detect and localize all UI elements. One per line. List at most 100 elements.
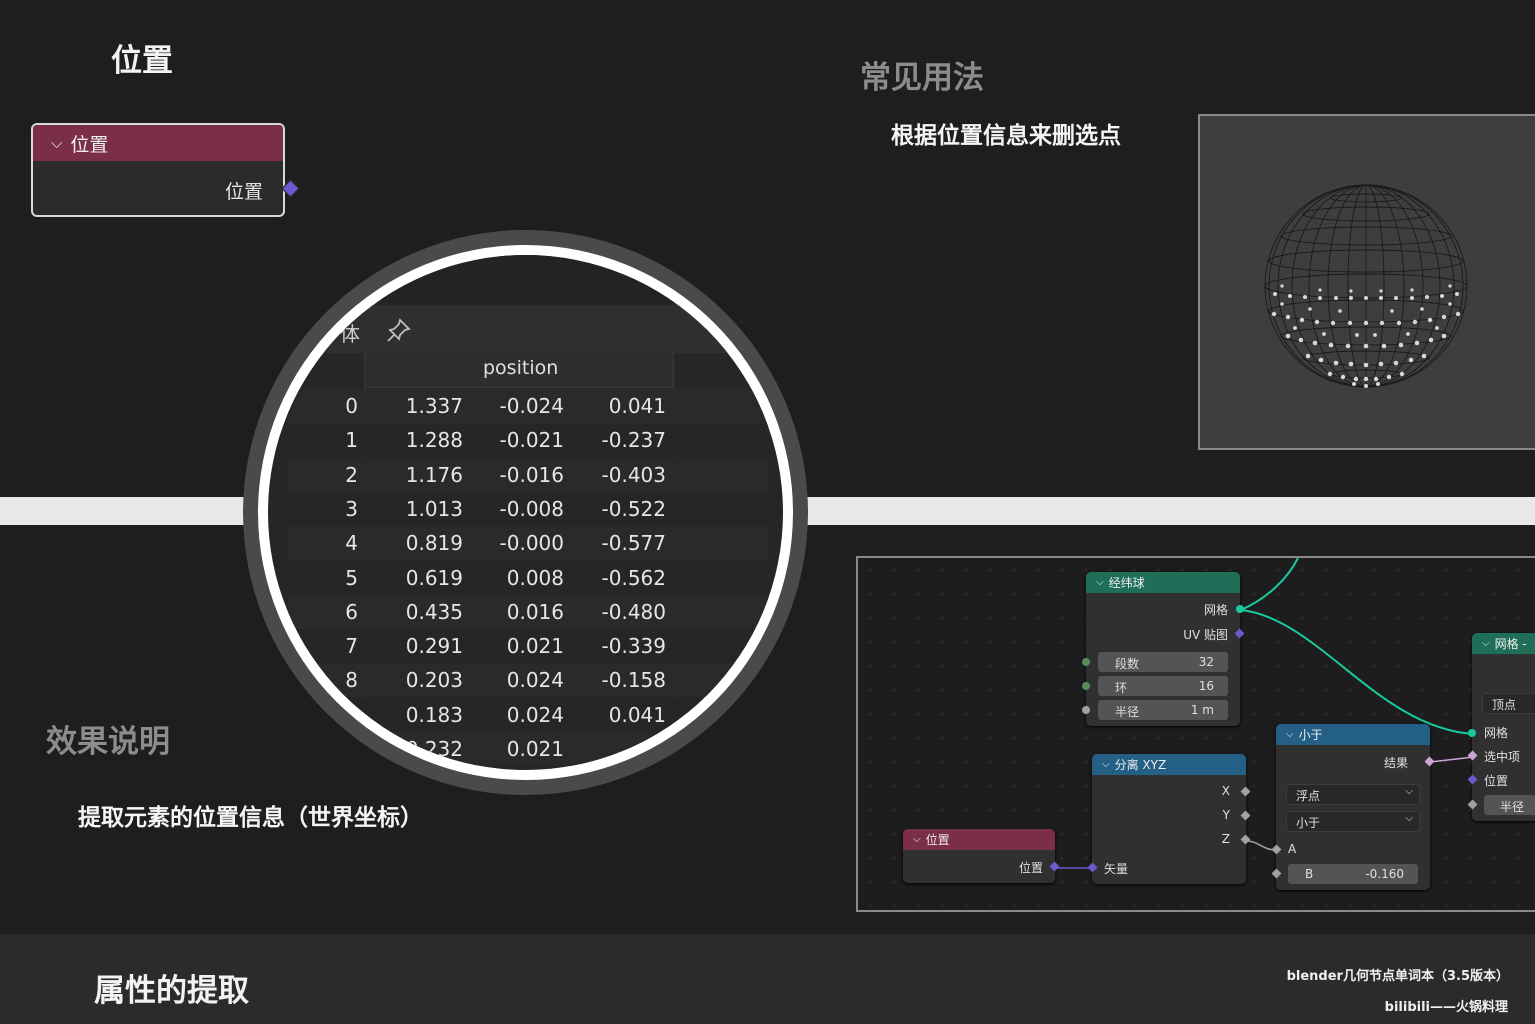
table-row[interactable]: 4 0.819 -0.000 -0.577 — [288, 526, 768, 561]
position-x-value: 0.203 — [405, 668, 463, 693]
radius-field[interactable]: 半径 1 m — [1098, 700, 1228, 720]
position-y-value: 0.024 — [506, 668, 564, 693]
operation-value: 小于 — [1296, 816, 1321, 830]
rings-value: 16 — [1198, 679, 1214, 693]
row-index: 2 — [345, 462, 358, 487]
position-x-value: 0.232 — [405, 737, 463, 761]
geometry-socket-icon[interactable] — [1468, 729, 1476, 737]
chevron-down-icon[interactable]: ⌵ — [1096, 577, 1104, 588]
node-header[interactable]: ⌵ 经纬球 — [1086, 572, 1240, 593]
node-header[interactable]: ⌵ 分离 XYZ — [1092, 754, 1246, 775]
spreadsheet-magnified[interactable]: 体 position 0 1.337 -0.024 0.041 1 1.288 -0.021… — [268, 255, 783, 770]
radius-value: 1 m — [1190, 703, 1214, 717]
geometry-socket-icon[interactable] — [1236, 605, 1244, 613]
chevron-down-icon[interactable]: ⌵ — [51, 134, 62, 152]
position-y-value: 0.016 — [506, 599, 564, 624]
position-y-value: 0.021 — [506, 737, 564, 761]
credit-line-2: bilibili——火锅料理 — [1384, 1000, 1508, 1015]
node-header[interactable]: ⌵ 位置 — [903, 829, 1055, 850]
position-y-value: -0.008 — [499, 496, 564, 521]
node-header[interactable]: ⌵ 位置 — [33, 125, 283, 161]
uv-sphere-node[interactable]: ⌵ 经纬球 网格 UV 贴图 段数 32 环 16 半径 1 m — [1082, 572, 1245, 726]
a-input-label: A — [1288, 842, 1297, 856]
position-z-value: -0.237 — [601, 428, 666, 453]
table-row[interactable]: 3 1.013 -0.008 -0.522 — [288, 491, 768, 526]
table-row[interactable]: 5 0.619 0.008 -0.562 — [288, 560, 768, 595]
position-z-value: -0.403 — [601, 462, 666, 487]
vector-input-label: 矢量 — [1104, 862, 1129, 876]
position-x-value: 1.176 — [405, 462, 463, 487]
position-y-value: -0.021 — [499, 428, 564, 453]
b-field[interactable]: B -0.160 — [1288, 864, 1418, 884]
column-header[interactable]: position — [365, 351, 673, 388]
position-y-value: -0.024 — [499, 394, 564, 418]
table-row[interactable]: 6 0.435 0.016 -0.480 — [288, 594, 768, 629]
selection-input-label: 选中项 — [1484, 750, 1521, 764]
position-title: 位置 — [111, 43, 173, 79]
node-header-label: 分离 XYZ — [1114, 758, 1167, 772]
table-row[interactable]: 1 1.288 -0.021 -0.237 — [288, 423, 768, 458]
operation-dropdown[interactable]: 小于 ⌵ — [1286, 811, 1420, 832]
3d-viewport[interactable] — [1198, 114, 1535, 450]
table-row[interactable]: 0.232 0.021 0. — [288, 732, 768, 766]
position-x-value: 1.013 — [405, 496, 463, 521]
chevron-down-icon[interactable]: ⌵ — [913, 834, 921, 845]
position-z-value: -0.158 — [601, 668, 666, 693]
position-node-large[interactable]: ⌵ 位置 位置 — [31, 123, 300, 217]
chevron-down-icon[interactable]: ⌵ — [1102, 759, 1110, 770]
radius-label: 半径 — [1500, 800, 1525, 814]
pin-icon[interactable] — [386, 317, 412, 343]
segments-value: 32 — [1198, 655, 1214, 669]
compare-node[interactable]: ⌵ 小于 结果 浮点 ⌵ 小于 ⌵ A B -0.160 — [1271, 724, 1435, 890]
position-x-value: 0.183 — [405, 702, 463, 727]
table-row[interactable]: 7 0.291 0.021 -0.339 — [288, 629, 768, 664]
node-header[interactable]: ⌵ 网格 - — [1472, 633, 1535, 654]
position-x-value: 0.291 — [405, 634, 463, 659]
position-z-value: 0. — [646, 737, 666, 761]
y-output-label: Y — [1222, 808, 1230, 822]
position-x-value: 1.288 — [405, 428, 463, 453]
position-x-value: 0.819 — [405, 531, 463, 556]
node-output-label: 位置 — [224, 181, 263, 203]
table-row[interactable]: 0 1.337 -0.024 0.041 — [288, 389, 768, 423]
node-header-label: 位置 — [925, 833, 950, 847]
row-index: 7 — [345, 634, 358, 659]
table-row[interactable]: 2 1.176 -0.016 -0.403 — [288, 457, 768, 492]
tab-label[interactable]: 体 — [340, 318, 360, 347]
position-y-value: -0.000 — [499, 531, 564, 556]
mesh-output-label: 网格 — [1203, 603, 1228, 617]
radius-field[interactable]: 半径 — [1484, 795, 1535, 815]
node-editor[interactable]: ⌵ 经纬球 网格 UV 贴图 段数 32 环 16 半径 1 m ⌵ 分离 XY… — [856, 556, 1535, 912]
table-row[interactable]: 0.183 0.024 0.041 — [288, 697, 768, 732]
b-label: B — [1305, 867, 1314, 881]
row-index: 8 — [345, 668, 358, 693]
position-z-value: -0.562 — [601, 565, 666, 590]
domain-dropdown[interactable]: 顶点 — [1482, 693, 1535, 714]
column-header-label: position — [483, 357, 559, 379]
position-z-value: -0.339 — [601, 634, 666, 659]
table-row[interactable]: 8 0.203 0.024 -0.158 — [288, 663, 768, 698]
position-output-label: 位置 — [1018, 861, 1043, 875]
delete-geometry-node[interactable]: ⌵ 网格 - 顶点 网格 选中项 位置 半径 — [1467, 633, 1535, 821]
position-z-value: 0.041 — [608, 394, 666, 418]
position-y-value: 0.024 — [506, 702, 564, 727]
radius-label: 半径 — [1115, 705, 1140, 719]
int-socket-icon[interactable] — [1082, 658, 1090, 666]
rings-field[interactable]: 环 16 — [1098, 676, 1228, 696]
segments-field[interactable]: 段数 32 — [1098, 652, 1228, 672]
int-socket-icon[interactable] — [1082, 682, 1090, 690]
row-index: 4 — [345, 531, 358, 556]
node-header[interactable]: ⌵ 小于 — [1276, 724, 1430, 745]
separate-xyz-node[interactable]: ⌵ 分离 XYZ X Y Z 矢量 — [1087, 754, 1251, 884]
row-index: 3 — [345, 496, 358, 521]
effect-description: 提取元素的位置信息（世界坐标） — [78, 805, 423, 831]
uv-sphere-wireframe-icon — [1264, 184, 1468, 388]
chevron-down-icon[interactable]: ⌵ — [1286, 729, 1294, 740]
position-input-label: 位置 — [1484, 774, 1509, 788]
chevron-down-icon[interactable]: ⌵ — [1482, 638, 1490, 649]
effect-title: 效果说明 — [46, 724, 170, 760]
float-socket-icon[interactable] — [1082, 706, 1090, 714]
b-value: -0.160 — [1365, 867, 1404, 881]
position-node[interactable]: ⌵ 位置 位置 — [903, 829, 1060, 883]
data-type-dropdown[interactable]: 浮点 ⌵ — [1286, 784, 1420, 805]
